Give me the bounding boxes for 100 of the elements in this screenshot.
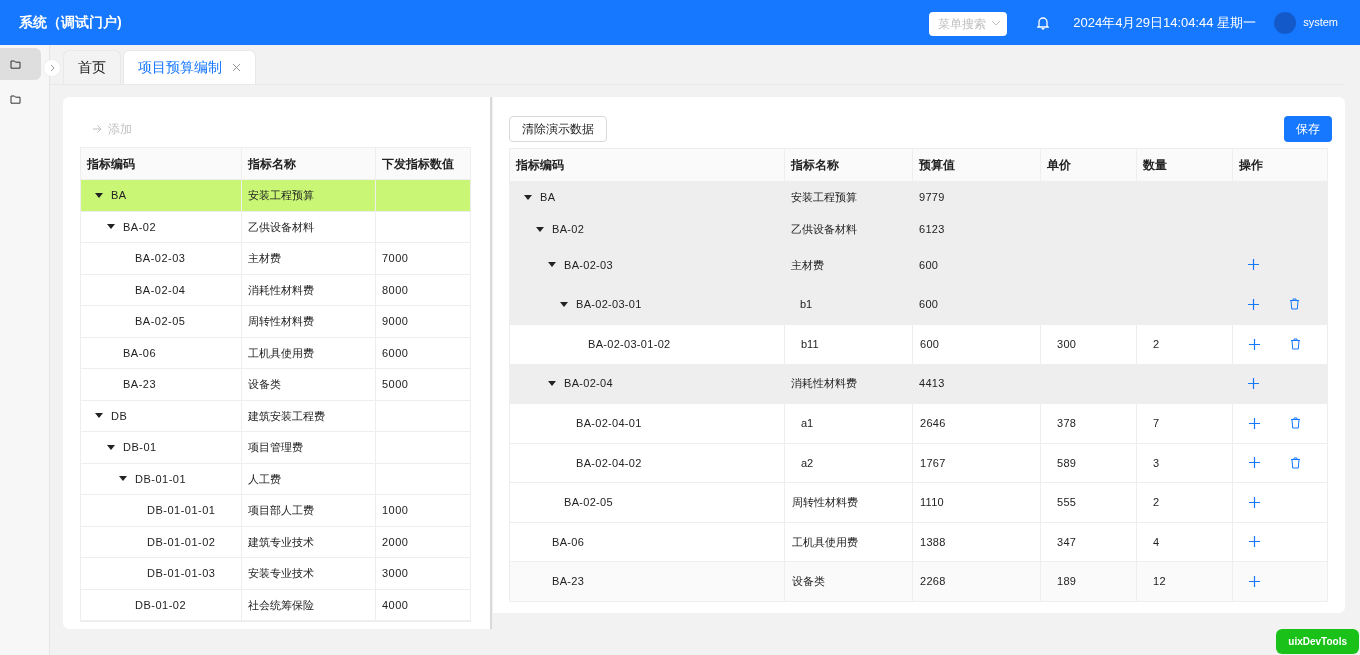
table-cell-text: 项目管理费 — [248, 440, 303, 455]
close-icon[interactable] — [232, 63, 241, 72]
column-header: 指标编码 — [86, 155, 136, 173]
table-row[interactable]: BA 安装工程预算 — [81, 180, 470, 212]
table-cell-text: 7000 — [382, 251, 409, 266]
table-cell-text: 消耗性材料费 — [248, 282, 314, 298]
plus-icon[interactable] — [1248, 259, 1259, 271]
table-row[interactable]: BA 安装工程预算 9779 — [510, 181, 1327, 213]
caret-down-icon[interactable] — [119, 475, 127, 483]
table-row[interactable]: BA-02 乙供设备材料 6123 — [510, 213, 1327, 245]
tree-code: BA — [111, 188, 127, 203]
table-row[interactable]: BA-02 乙供设备材料 — [81, 211, 470, 243]
plus-icon[interactable] — [1249, 338, 1260, 350]
table-row[interactable]: BA-02-05 周转性材料费 9000 — [81, 306, 470, 338]
table-cell-text: 6000 — [382, 345, 409, 361]
table-cell-text: 600 — [919, 297, 939, 312]
table-cell-text: 600 — [920, 337, 940, 352]
clear-demo-data-button[interactable]: 清除演示数据 — [509, 116, 607, 142]
tree-code: BA — [540, 189, 556, 205]
caret-down-icon[interactable] — [536, 225, 544, 233]
table-row[interactable]: DB-01-01-03 安装专业技术 3000 — [81, 558, 470, 590]
plus-icon[interactable] — [1249, 536, 1260, 548]
table-row[interactable]: BA-02-03-01-02 b11 600 300 2 — [510, 324, 1327, 364]
trash-icon[interactable] — [1289, 298, 1300, 311]
plus-icon[interactable] — [1249, 575, 1260, 587]
table-cell-text: 安装工程预算 — [248, 188, 314, 203]
table-cell-text: 600 — [919, 257, 939, 273]
table-cell-text: 2646 — [920, 416, 946, 431]
tree-code: DB — [111, 408, 128, 424]
table-cell-text: 安装工程预算 — [791, 189, 857, 205]
table-row[interactable]: BA-23 设备类 2268 189 12 — [510, 561, 1327, 601]
table-row[interactable]: BA-02-04 消耗性材料费 8000 — [81, 274, 470, 306]
table-cell-text: 6123 — [919, 221, 945, 237]
tree-code: DB-01 — [123, 440, 157, 455]
table-row[interactable]: BA-02-05 周转性材料费 1110 555 2 — [510, 482, 1327, 522]
tree-code: DB-01-01 — [135, 471, 187, 487]
table-row[interactable]: BA-06 工机具使用费 6000 — [81, 337, 470, 369]
table-row[interactable]: DB-01-01-02 建筑专业技术 2000 — [81, 526, 470, 558]
tree-code: DB-01-01-02 — [147, 534, 216, 550]
plus-icon[interactable] — [1248, 377, 1259, 389]
table-row[interactable]: BA-23 设备类 5000 — [81, 369, 470, 401]
caret-down-icon[interactable] — [548, 379, 556, 387]
table-row[interactable]: DB-01 项目管理费 — [81, 432, 470, 464]
tree-code: BA-02-04-02 — [576, 455, 642, 471]
table-cell-text: 项目部人工费 — [248, 503, 314, 518]
table-cell-text: 2 — [1153, 495, 1160, 510]
plus-icon[interactable] — [1249, 417, 1260, 429]
caret-down-icon[interactable] — [548, 261, 556, 269]
table-row[interactable]: BA-02-04 消耗性材料费 4413 — [510, 363, 1327, 403]
column-header: 指标名称 — [241, 148, 375, 179]
tree-code: DB-01-01-01 — [147, 503, 216, 518]
table-cell-text: 4000 — [382, 597, 409, 613]
tree-code: BA-02-05 — [564, 495, 613, 510]
tree-code: BA-02 — [123, 219, 157, 235]
user-name[interactable]: system — [1303, 14, 1338, 31]
trash-icon[interactable] — [1290, 417, 1301, 430]
caret-down-icon[interactable] — [560, 300, 568, 308]
table-cell-text: 社会统筹保险 — [248, 597, 314, 613]
table-cell-text: 周转性材料费 — [248, 314, 314, 329]
tree-code: BA-02-04 — [135, 282, 186, 298]
table-row[interactable]: BA-02-04-02 a2 1767 589 3 — [510, 442, 1327, 482]
caret-down-icon[interactable] — [107, 223, 115, 231]
table-row[interactable]: BA-02-03 主材费 600 — [510, 245, 1327, 285]
tree-code: BA-02-04-01 — [576, 416, 642, 431]
caret-down-icon[interactable] — [95, 412, 103, 420]
save-button[interactable]: 保存 — [1284, 116, 1332, 142]
menu-search-field[interactable]: 菜单搜索 — [929, 11, 1008, 36]
trash-icon[interactable] — [1290, 338, 1301, 351]
table-row[interactable]: DB-01-02 社会统筹保险 4000 — [81, 589, 470, 621]
table-row[interactable]: BA-02-03 主材费 7000 — [81, 243, 470, 275]
table-row[interactable]: BA-06 工机具使用费 1388 347 4 — [510, 521, 1327, 561]
table-cell-text: 189 — [1057, 574, 1077, 589]
table-row[interactable]: DB-01-01 人工费 — [81, 463, 470, 495]
table-row[interactable]: BA-02-03-01 b1 600 — [510, 284, 1327, 324]
notification-bell-icon[interactable] — [1037, 15, 1050, 30]
column-header: 指标编码 — [515, 157, 565, 174]
caret-down-icon[interactable] — [524, 193, 532, 201]
trash-icon[interactable] — [1290, 456, 1301, 469]
caret-down-icon[interactable] — [95, 191, 103, 199]
table-row[interactable]: DB-01-01-01 项目部人工费 1000 — [81, 495, 470, 527]
table-cell-text: 人工费 — [248, 471, 281, 487]
sidebar-toggle-button[interactable] — [43, 59, 61, 77]
table-cell-text: a2 — [801, 455, 814, 471]
table-cell-text: 589 — [1057, 455, 1077, 471]
tree-code: BA-02-03-01 — [576, 297, 642, 312]
table-cell-text: 建筑专业技术 — [248, 534, 314, 550]
tree-code: BA-23 — [123, 377, 157, 392]
table-cell-text: 12 — [1153, 574, 1166, 589]
table-cell-text: 1767 — [920, 455, 946, 471]
plus-icon[interactable] — [1248, 298, 1259, 310]
table-cell-text: 9779 — [919, 189, 945, 205]
plus-icon[interactable] — [1249, 496, 1260, 508]
sidebar-item[interactable] — [0, 48, 41, 80]
table-row[interactable]: BA-02-04-01 a1 2646 378 7 — [510, 403, 1327, 443]
tab[interactable]: 首页 — [63, 50, 121, 84]
plus-icon[interactable] — [1249, 457, 1260, 469]
table-row[interactable]: DB 建筑安装工程费 — [81, 400, 470, 432]
chevron-right-icon — [48, 64, 56, 72]
tab[interactable]: 项目预算编制 — [123, 50, 256, 84]
caret-down-icon[interactable] — [107, 443, 115, 451]
